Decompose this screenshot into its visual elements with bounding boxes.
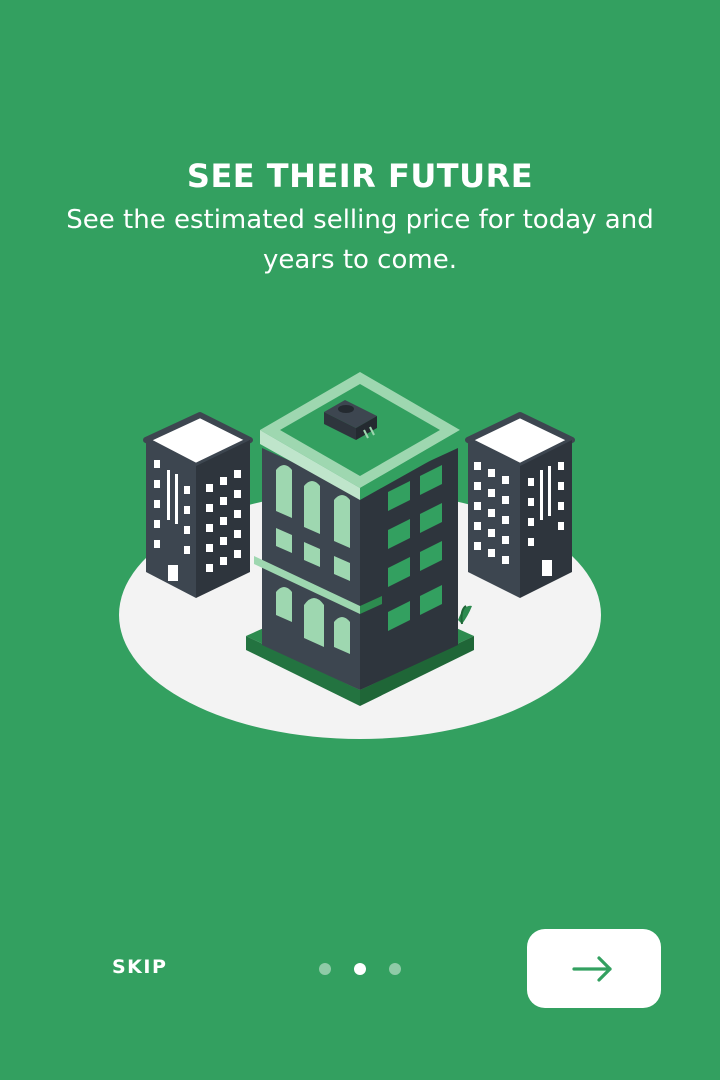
buildings-illustration [119,372,601,739]
page-dot-1[interactable] [319,963,331,975]
left-building-illustration [143,412,253,598]
skip-button[interactable]: SKIP [112,956,167,978]
page-title: SEE THEIR FUTURE [186,157,534,195]
page-subtitle: See the estimated selling price for toda… [66,205,654,275]
right-building-illustration [465,412,575,598]
next-button[interactable] [527,929,661,1008]
page-indicator [316,962,406,976]
center-building-illustration [246,372,474,706]
arrow-right-icon [572,956,612,982]
page-dot-2-active[interactable] [354,963,366,975]
onboarding-screen: SEE THEIR FUTURE See the estimated selli… [0,0,720,1080]
page-dot-3[interactable] [389,963,401,975]
